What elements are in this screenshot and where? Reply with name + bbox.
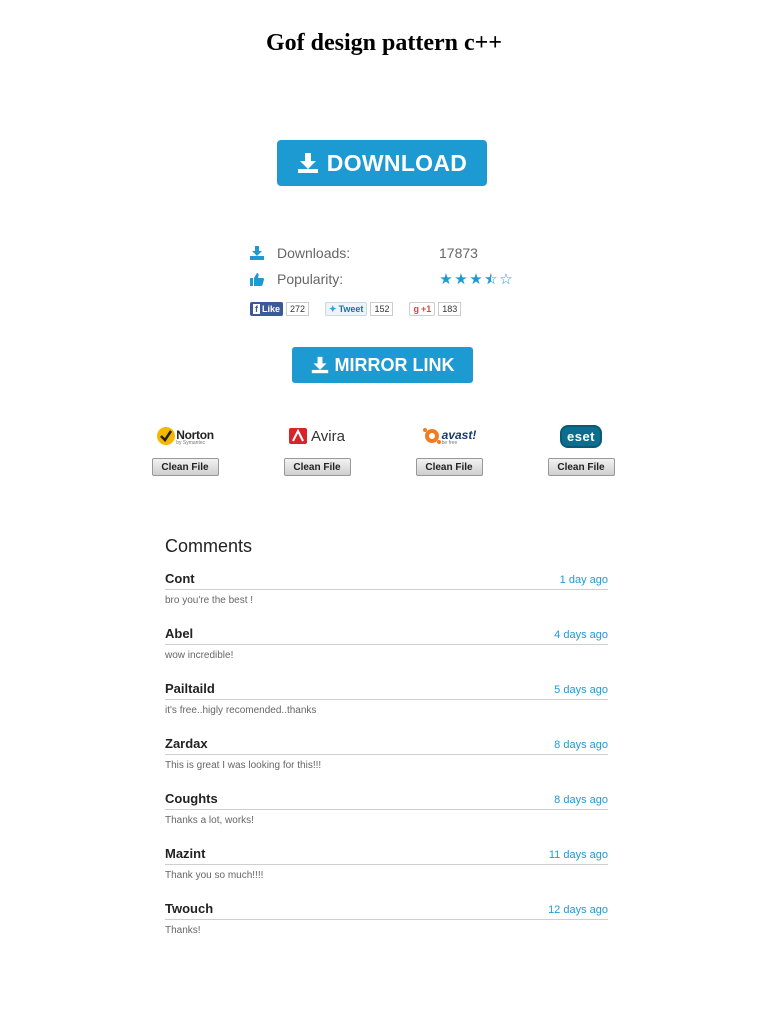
google-plus-button[interactable]: g +1 [409,302,436,316]
comment-author[interactable]: Pailtaild [165,681,215,696]
clean-file-badge[interactable]: Clean File [151,458,219,476]
comment-text: it's free..higly recomended..thanks [165,705,317,716]
comment-text: This is great I was looking for this!!! [165,760,322,771]
download-icon [311,356,328,374]
thumbs-up-icon [250,272,264,286]
star-empty-icon: ☆ [499,271,514,288]
star-full-icon: ★ [469,271,484,288]
comment-author[interactable]: Abel [165,626,193,641]
google-plus-count: 183 [438,302,462,316]
download-button-label: DOWNLOAD [326,149,468,176]
twitter-icon: ✦ [329,303,337,314]
comment-header: Pailtaild 5 days ago [165,681,608,700]
comment-date[interactable]: 1 day ago [560,574,608,586]
comments-section: Comments Cont 1 day ago bro you're the bes… [165,536,608,956]
comment-item: Abel 4 days ago wow incredible! [165,626,608,661]
comment-header: Zardax 8 days ago [165,736,608,755]
facebook-icon: f [253,304,260,314]
comment-list: Cont 1 day ago bro you're the best ! Abel 4 … [165,571,608,936]
comment-date[interactable]: 8 days ago [554,739,608,751]
twitter-tweet-count: 152 [370,302,394,316]
popularity-label: Popularity: [277,271,344,287]
mirror-link-button[interactable]: MIRROR LINK [292,347,473,383]
comment-date[interactable]: 8 days ago [554,794,608,806]
star-full-icon: ★ [439,271,454,288]
avira-name: Avira [311,427,345,445]
comment-date[interactable]: 4 days ago [554,629,608,641]
clean-file-badge[interactable]: Clean File [283,458,351,476]
downloads-row: Downloads: 17873 [250,240,540,266]
google-plus-icon: g [413,304,419,314]
comment-author[interactable]: Cont [165,571,195,586]
google-plus-one[interactable]: g +1 183 [409,302,462,316]
download-icon [250,246,264,260]
comment-header: Mazint 11 days ago [165,846,608,865]
star-rating: ★★★☆★☆ [439,270,514,288]
comment-header: Twouch 12 days ago [165,901,608,920]
comment-item: Coughts 8 days ago Thanks a lot, works! [165,791,608,826]
comments-heading: Comments [165,536,253,556]
antivirus-eset: eset Clean File [546,424,616,476]
comment-author[interactable]: Mazint [165,846,205,861]
comment-item: Pailtaild 5 days ago it's free..higly reco… [165,681,608,716]
comment-text: Thanks! [165,925,201,936]
clean-file-badge[interactable]: Clean File [415,458,483,476]
antivirus-avira: Avira Clean File [282,424,352,476]
avast-logo: avast! be free [414,424,484,448]
antivirus-norton: Norton by Symantec Clean File [150,424,220,476]
comment-date[interactable]: 5 days ago [554,684,608,696]
antivirus-avast: avast! be free Clean File [414,424,484,476]
facebook-like-button[interactable]: f Like [250,302,284,316]
star-half-icon: ☆★ [484,271,499,288]
facebook-like-label: Like [262,304,281,314]
comment-item: Twouch 12 days ago Thanks! [165,901,608,936]
comment-text: Thanks a lot, works! [165,815,254,826]
twitter-tweet[interactable]: ✦ Tweet 152 [325,302,394,316]
comment-text: bro you're the best ! [165,595,254,606]
avira-icon [289,428,308,444]
comment-author[interactable]: Twouch [165,901,213,916]
social-buttons: f Like 272 ✦ Tweet 152 g +1 183 [250,302,477,316]
download-stats: Downloads: 17873 Popularity: ★★★☆★☆ [250,240,540,292]
comment-item: Cont 1 day ago bro you're the best ! [165,571,608,606]
comment-item: Mazint 11 days ago Thank you so much!!!! [165,846,608,881]
star-full-icon: ★ [454,271,469,288]
comment-author[interactable]: Zardax [165,736,208,751]
comment-header: Abel 4 days ago [165,626,608,645]
clean-file-badge[interactable]: Clean File [547,458,615,476]
download-icon [297,153,318,173]
norton-check-icon [157,427,176,445]
download-button[interactable]: DOWNLOAD [277,140,487,186]
comment-item: Zardax 8 days ago This is great I was look… [165,736,608,771]
twitter-tweet-label: Tweet [338,304,364,314]
comment-date[interactable]: 12 days ago [548,904,608,916]
google-plus-label: +1 [420,304,432,314]
mirror-link-label: MIRROR LINK [334,354,455,375]
comment-author[interactable]: Coughts [165,791,218,806]
comment-header: Coughts 8 days ago [165,791,608,810]
comment-text: Thank you so much!!!! [165,870,264,881]
comment-text: wow incredible! [165,650,234,661]
page-title: Gof design pattern c++ [265,30,502,56]
facebook-like-count: 272 [286,302,310,316]
facebook-like[interactable]: f Like 272 [250,302,310,316]
eset-name: eset [559,424,603,448]
avast-icon [422,428,441,444]
eset-logo: eset [546,424,616,448]
comment-date[interactable]: 11 days ago [549,849,608,861]
popularity-row: Popularity: ★★★☆★☆ [250,266,540,292]
avira-logo: Avira [282,424,352,448]
comment-header: Cont 1 day ago [165,571,608,590]
downloads-label: Downloads: [277,245,351,261]
twitter-tweet-button[interactable]: ✦ Tweet [325,302,368,316]
downloads-value: 17873 [439,245,478,261]
norton-logo: Norton by Symantec [150,424,220,448]
